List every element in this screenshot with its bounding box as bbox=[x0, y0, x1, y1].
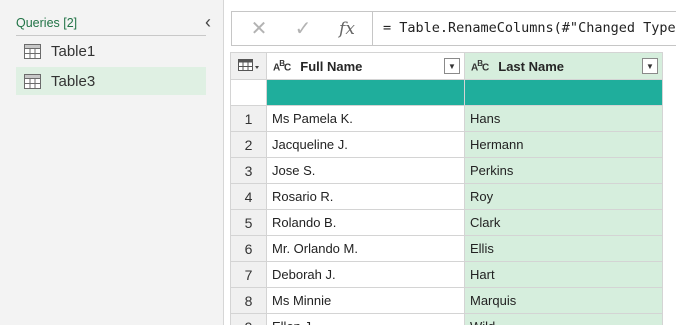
column-name: Full Name bbox=[300, 58, 363, 74]
quality-bar-row bbox=[230, 79, 663, 106]
cell-last-name[interactable]: Hart bbox=[464, 261, 663, 288]
cell-full-name[interactable]: Ellen J. bbox=[266, 313, 465, 325]
table-row: 8 Ms Minnie Marquis bbox=[230, 287, 663, 314]
table-row: 9Ellen J.Wild bbox=[230, 313, 663, 325]
table-row: 5 Rolando B. Clark bbox=[230, 209, 663, 236]
row-number[interactable]: 9 bbox=[230, 313, 267, 325]
cell-full-name[interactable]: Rolando B. bbox=[266, 209, 465, 236]
cell-last-name[interactable]: Roy bbox=[464, 183, 663, 210]
text-type-icon[interactable]: ABC bbox=[471, 59, 489, 73]
cancel-icon[interactable]: ✕ bbox=[238, 12, 280, 45]
cell-last-name[interactable]: Ellis bbox=[464, 235, 663, 262]
row-number[interactable]: 4 bbox=[230, 183, 267, 210]
query-item-label: Table3 bbox=[51, 72, 96, 90]
row-number[interactable]: 2 bbox=[230, 131, 267, 158]
row-number[interactable]: 8 bbox=[230, 287, 267, 314]
table-row: 2 Jacqueline J. Hermann bbox=[230, 131, 663, 158]
table-row: 3 Jose S. Perkins bbox=[230, 157, 663, 184]
query-item-table1[interactable]: Table1 bbox=[16, 37, 206, 65]
collapse-pane-icon[interactable]: ‹ bbox=[199, 13, 217, 31]
cell-last-name[interactable]: Wild bbox=[464, 313, 663, 325]
quality-bar-gap bbox=[230, 79, 267, 106]
row-number[interactable]: 1 bbox=[230, 105, 267, 132]
power-query-editor: Queries [2] ‹ Table1 Table3 ✕ ✓ fx = Tab… bbox=[0, 0, 676, 325]
row-number[interactable]: 7 bbox=[230, 261, 267, 288]
fx-icon[interactable]: fx bbox=[326, 12, 368, 45]
row-number[interactable]: 6 bbox=[230, 235, 267, 262]
formula-input[interactable]: = Table.RenameColumns(#"Changed Type bbox=[372, 11, 676, 46]
table-menu-button[interactable] bbox=[230, 52, 267, 80]
table-row: 6 Mr. Orlando M. Ellis bbox=[230, 235, 663, 262]
filter-dropdown-icon[interactable]: ▼ bbox=[444, 58, 460, 74]
row-number[interactable]: 5 bbox=[230, 209, 267, 236]
table-icon bbox=[24, 73, 41, 89]
table-row: 1 Ms Pamela K. Hans bbox=[230, 105, 663, 132]
text-type-icon[interactable]: ABC bbox=[273, 59, 291, 73]
cell-full-name[interactable]: Jose S. bbox=[266, 157, 465, 184]
grid-body: 1 Ms Pamela K. Hans 2 Jacqueline J. Hermann 3 J… bbox=[230, 105, 663, 325]
column-quality-bar bbox=[464, 79, 663, 106]
cell-last-name[interactable]: Clark bbox=[464, 209, 663, 236]
header-row: ABC Full Name ▼ ABC Last Name ▼ bbox=[230, 52, 663, 80]
cell-full-name[interactable]: Rosario R. bbox=[266, 183, 465, 210]
queries-header: Queries [2] bbox=[16, 16, 206, 36]
row-number[interactable]: 3 bbox=[230, 157, 267, 184]
column-header-last-name[interactable]: ABC Last Name ▼ bbox=[464, 52, 663, 80]
column-quality-bar bbox=[266, 79, 465, 106]
cell-last-name[interactable]: Hermann bbox=[464, 131, 663, 158]
commit-icon[interactable]: ✓ bbox=[282, 12, 324, 45]
query-item-label: Table1 bbox=[51, 42, 96, 60]
filter-dropdown-icon[interactable]: ▼ bbox=[642, 58, 658, 74]
table-menu-icon bbox=[237, 58, 259, 71]
cell-full-name[interactable]: Ms Pamela K. bbox=[266, 105, 465, 132]
table-row: 4 Rosario R. Roy bbox=[230, 183, 663, 210]
column-name: Last Name bbox=[498, 58, 564, 74]
cell-last-name[interactable]: Marquis bbox=[464, 287, 663, 314]
cell-full-name[interactable]: Jacqueline J. bbox=[266, 131, 465, 158]
data-grid: ABC Full Name ▼ ABC Last Name ▼ 1 Ms Pame… bbox=[230, 52, 663, 325]
table-icon bbox=[24, 43, 41, 59]
column-header-full-name[interactable]: ABC Full Name ▼ bbox=[266, 52, 465, 80]
cell-last-name[interactable]: Perkins bbox=[464, 157, 663, 184]
table-row: 7 Deborah J. Hart bbox=[230, 261, 663, 288]
cell-full-name[interactable]: Mr. Orlando M. bbox=[266, 235, 465, 262]
cell-last-name[interactable]: Hans bbox=[464, 105, 663, 132]
cell-full-name[interactable]: Ms Minnie bbox=[266, 287, 465, 314]
formula-bar: ✕ ✓ fx = Table.RenameColumns(#"Changed T… bbox=[224, 0, 676, 48]
queries-pane: Queries [2] ‹ Table1 Table3 bbox=[0, 0, 224, 325]
query-item-table3[interactable]: Table3 bbox=[16, 67, 206, 95]
cell-full-name[interactable]: Deborah J. bbox=[266, 261, 465, 288]
